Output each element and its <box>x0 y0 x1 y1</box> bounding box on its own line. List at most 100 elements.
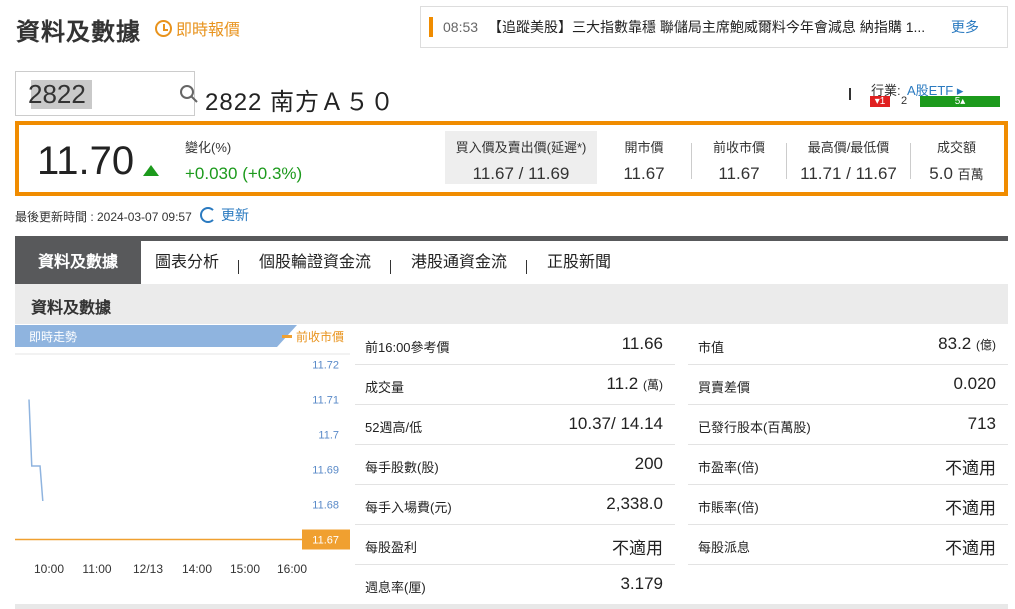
row-value-wrap: 不適用 <box>945 534 996 559</box>
bidask-label: 買入價及賣出價(延遲*) <box>455 140 587 155</box>
realtime-quote-label: 即時報價 <box>176 22 241 39</box>
row-label: 週息率(厘) <box>365 580 426 595</box>
industry-down-badge: ▾1 <box>870 96 890 107</box>
row-value-wrap: 11.2 (萬) <box>606 374 663 394</box>
table-row: 每股派息 不適用 <box>688 525 1008 565</box>
x-tick-label: 12/13 <box>133 562 163 576</box>
y-tick-label: 11.68 <box>312 500 339 512</box>
chart-plot: 11.72 11.71 11.7 11.69 11.68 11.67 10:00 11:00 1… <box>15 353 350 576</box>
row-unit: (億) <box>976 338 996 352</box>
row-value: 10.37/ 14.14 <box>568 414 663 433</box>
turnover-unit: 百萬 <box>957 167 984 182</box>
row-value: 83.2 <box>938 334 972 353</box>
row-value-wrap: 2,338.0 <box>606 494 663 514</box>
row-label: 市賬率(倍) <box>698 500 759 515</box>
tab-data[interactable]: 資料及數據 <box>15 241 141 284</box>
table-row: 前16:00參考價 11.66 <box>355 325 675 365</box>
table-row: 每手入場費(元) 2,338.0 <box>355 485 675 525</box>
stock-search-box[interactable] <box>15 71 198 116</box>
table-bottom-band <box>15 604 1008 609</box>
section-header: 資料及數據 <box>15 284 1008 324</box>
y-tick-label: 11.72 <box>312 360 339 372</box>
row-value-wrap: 83.2 (億) <box>938 334 996 354</box>
legend-prev-close: 前收市價 <box>296 330 345 344</box>
x-tick-label: 15:00 <box>230 562 260 576</box>
row-label: 買賣差價 <box>698 380 751 395</box>
row-value-wrap: 3.179 <box>620 574 663 594</box>
row-value-wrap: 11.66 <box>622 334 663 354</box>
tab-bar: 資料及數據 圖表分析 個股輪證資金流 港股通資金流 正股新聞 <box>15 236 1008 284</box>
row-label: 52週高/低 <box>365 420 423 435</box>
row-label: 每股派息 <box>698 540 751 555</box>
chart-title: 即時走勢 <box>29 330 78 344</box>
open-block: 開市價 11.67 <box>609 137 679 184</box>
intraday-chart: 即時走勢 前收市價 11.72 11.71 11.7 11.69 11.68 11.67 1… <box>15 325 350 605</box>
x-tick-label: 16:00 <box>277 562 307 576</box>
row-value-wrap: 不適用 <box>612 534 663 559</box>
news-time: 08:53 <box>443 19 479 35</box>
table-row: 市賬率(倍) 不適用 <box>688 485 1008 525</box>
industry-up-count: 5 <box>954 96 961 107</box>
tab-stock-news[interactable]: 正股新聞 <box>547 241 611 284</box>
industry-up-badge: 5▴ <box>920 96 1000 107</box>
row-label: 每手股數(股) <box>365 460 439 475</box>
row-value: 713 <box>967 414 996 433</box>
x-tick-label: 10:00 <box>34 562 64 576</box>
y-tick-label: 11.71 <box>312 395 339 407</box>
section-title: 資料及數據 <box>31 300 112 317</box>
prev-close-tag-label: 11.67 <box>312 535 339 547</box>
y-tick-label: 11.69 <box>312 465 339 477</box>
tab-warrant-flow[interactable]: 個股輪證資金流 <box>259 241 371 284</box>
industry-down-count: 1 <box>879 96 886 107</box>
turnover-value-wrap: 5.0 百萬 <box>919 164 994 184</box>
y-tick-label: 11.7 <box>318 430 339 442</box>
tab-separator <box>238 260 239 274</box>
stock-name: 2822 南方Ａ５０ <box>205 89 396 116</box>
tab-connect-flow[interactable]: 港股通資金流 <box>411 241 507 284</box>
divider <box>786 143 787 179</box>
news-headline[interactable]: 【追蹤美股】三大指數靠穩 聯儲局主席鮑威爾料今年會減息 納指購 1... <box>488 17 943 37</box>
highlow-block: 最高價/最低價 11.71 / 11.67 <box>791 137 906 184</box>
row-unit: (萬) <box>643 378 663 392</box>
table-row: 買賣差價 0.020 <box>688 365 1008 405</box>
row-value: 11.2 <box>606 374 639 393</box>
table-row: 市值 83.2 (億) <box>688 325 1008 365</box>
bidask-block: 買入價及賣出價(延遲*) 11.67 / 11.69 <box>445 137 597 184</box>
divider <box>691 143 692 179</box>
news-ticker[interactable]: 08:53 【追蹤美股】三大指數靠穩 聯儲局主席鮑威爾料今年會減息 納指購 1.… <box>420 6 1008 48</box>
refresh-button[interactable]: 更新 <box>200 205 249 225</box>
x-tick-label: 14:00 <box>182 562 212 576</box>
row-value-wrap: 不適用 <box>945 454 996 479</box>
turnover-value: 5.0 <box>929 164 953 183</box>
row-label: 前16:00參考價 <box>365 340 450 355</box>
change-value: +0.030 (+0.3%) <box>185 164 303 183</box>
row-label: 市盈率(倍) <box>698 460 759 475</box>
tab-chart-analysis[interactable]: 圖表分析 <box>155 241 219 284</box>
row-value: 不適用 <box>945 499 996 518</box>
table-row: 每股盈利 不適用 <box>355 525 675 565</box>
prevclose-block: 前收市價 11.67 <box>704 137 774 184</box>
turnover-label: 成交額 <box>936 140 976 155</box>
bidask-value: 11.67 / 11.69 <box>472 164 570 183</box>
table-row: 成交量 11.2 (萬) <box>355 365 675 405</box>
refresh-label: 更新 <box>221 207 249 223</box>
row-value-wrap: 0.020 <box>953 374 996 394</box>
realtime-quote-link[interactable]: 即時報價 <box>155 16 240 40</box>
price-series-line <box>28 399 44 502</box>
chart-header: 即時走勢 前收市價 <box>15 325 350 347</box>
search-icon[interactable] <box>179 84 199 104</box>
row-value-wrap: 10.37/ 14.14 <box>568 414 663 434</box>
industry-separator <box>849 88 851 100</box>
highlow-value: 11.71 / 11.67 <box>800 164 897 183</box>
news-more-link[interactable]: 更多 <box>951 17 979 37</box>
prevclose-value: 11.67 <box>718 164 760 183</box>
tab-separator <box>390 260 391 274</box>
highlow-label: 最高價/最低價 <box>807 140 890 155</box>
table-row: 52週高/低 10.37/ 14.14 <box>355 405 675 445</box>
clock-icon <box>155 19 172 37</box>
row-value-wrap: 不適用 <box>945 494 996 519</box>
stock-search-input[interactable] <box>28 78 168 110</box>
last-updated-time: 最後更新時間 : 2024-03-07 09:57 <box>15 210 192 224</box>
table-row: 週息率(厘) 3.179 <box>355 565 675 605</box>
prevclose-label: 前收市價 <box>712 140 765 155</box>
